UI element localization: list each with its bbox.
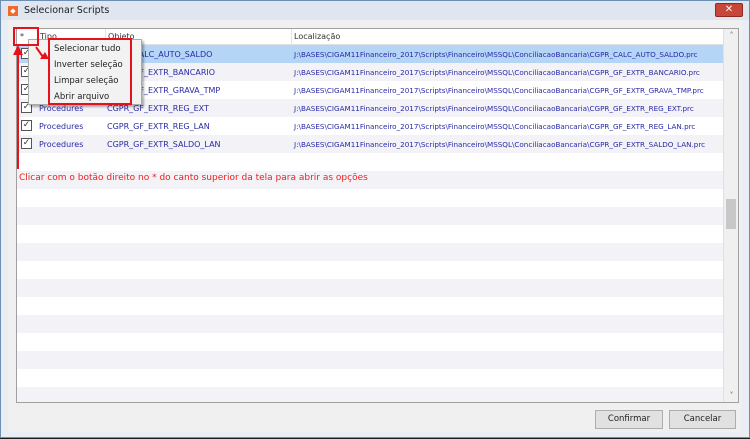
arrow-head-up-icon xyxy=(13,45,23,55)
annotation-arrows xyxy=(13,45,49,169)
dialog-window: ◆ Selecionar Scripts ✕ * Tipo Objeto Loc… xyxy=(0,0,750,438)
annotation-arrow-menu xyxy=(35,46,44,58)
annotation-text: Clicar com o botão direito no * do canto… xyxy=(19,173,368,183)
